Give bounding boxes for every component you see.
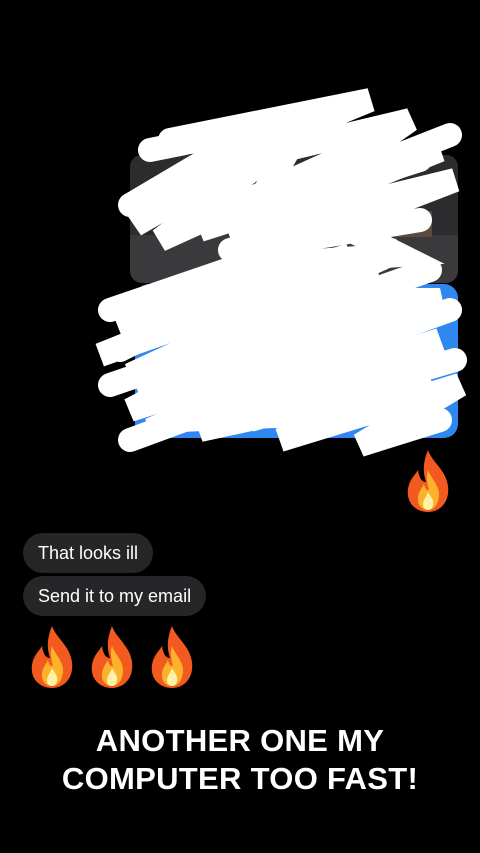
message-text: That looks ill [38,543,139,563]
incoming-message-bubble[interactable]: That looks ill [23,533,154,573]
redaction-scribble [95,88,467,457]
caption-line-2: COMPUTER TOO FAST! [61,761,419,796]
fire-reaction-icon [407,450,449,512]
fire-icon [91,626,133,688]
message-text: Send it to my email [38,586,192,606]
caption-line-1: ANOTHER ONE MY [95,723,385,758]
incoming-message-bubble[interactable]: Send it to my email [23,576,207,616]
fire-emoji-message[interactable] [26,624,206,692]
fire-icon [31,626,73,688]
caption-text: ANOTHER ONE MY COMPUTER TOO FAST! [0,722,480,798]
fire-icon [151,626,193,688]
